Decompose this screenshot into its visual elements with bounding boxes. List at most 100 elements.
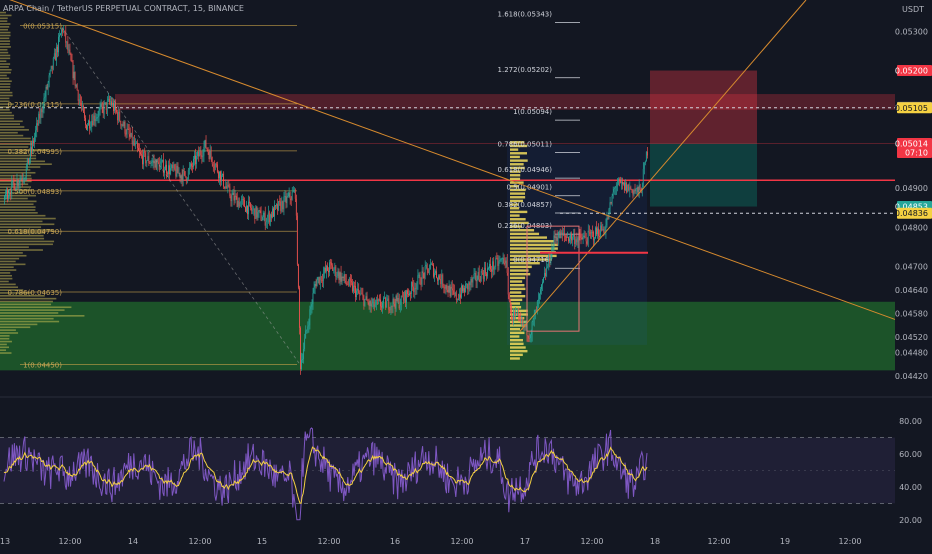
chart-canvas[interactable]: 0(0.05315) 0.236(0.05115) 0.382(0.04995) 0.… xyxy=(0,0,932,550)
candle-body xyxy=(472,277,474,283)
candle-body xyxy=(593,238,595,241)
candle-body xyxy=(108,98,110,103)
candle-body xyxy=(235,195,237,197)
candle-body xyxy=(617,179,619,185)
candle-body xyxy=(240,199,242,203)
candle-body xyxy=(125,133,127,135)
candle-body xyxy=(393,298,395,305)
volume-profile-bar xyxy=(0,252,23,254)
price-label-subtext: 07:10 xyxy=(905,148,928,157)
candle-body xyxy=(261,220,263,221)
volume-profile-bar xyxy=(0,94,13,97)
candle-body xyxy=(291,192,293,200)
candle-body xyxy=(476,280,478,282)
candle-body xyxy=(139,150,140,153)
candle-body xyxy=(131,133,133,145)
candle-body xyxy=(129,134,131,137)
candle-body xyxy=(520,318,521,322)
candle-body xyxy=(440,279,441,285)
candle-body xyxy=(216,164,218,172)
volume-profile-bar xyxy=(510,346,526,349)
candle-body xyxy=(149,163,151,164)
candle-body xyxy=(106,100,108,111)
volume-profile-bar xyxy=(510,265,532,269)
candle-body xyxy=(308,325,310,327)
rsi-tick-label: 60.00 xyxy=(899,450,922,459)
candle-body xyxy=(67,41,69,51)
volume-profile-bar xyxy=(0,206,36,208)
candle-body xyxy=(181,175,183,182)
candle-body xyxy=(320,276,322,281)
candle-body xyxy=(616,184,618,187)
volume-profile-bar xyxy=(510,280,523,283)
candle-body xyxy=(345,280,347,283)
candle-body xyxy=(85,117,86,125)
candle-body xyxy=(601,225,602,231)
volume-profile-bar xyxy=(0,323,38,326)
candle-body xyxy=(631,189,633,191)
candle-body xyxy=(576,239,578,243)
candle-body xyxy=(19,179,21,184)
candle-body xyxy=(256,206,258,218)
price-tick-label: 0.04420 xyxy=(895,372,928,381)
candle-body xyxy=(367,300,369,303)
volume-profile-bar xyxy=(510,357,520,360)
candle-body xyxy=(142,155,143,165)
candle-body xyxy=(237,200,239,208)
volume-profile-bar xyxy=(0,283,16,286)
candle-body xyxy=(572,236,573,241)
candle-body xyxy=(26,158,28,168)
candle-body xyxy=(176,165,178,177)
candle-body xyxy=(522,319,524,326)
volume-profile-bar xyxy=(0,91,13,94)
volume-profile-bar xyxy=(0,217,56,220)
candle-body xyxy=(121,124,123,126)
time-tick-label: 17 xyxy=(520,537,530,546)
volume-profile-bar xyxy=(0,77,10,80)
candle-body xyxy=(140,152,141,155)
candle-body xyxy=(475,273,477,282)
candle-body xyxy=(53,53,55,58)
candle-body xyxy=(437,277,438,281)
candle-body xyxy=(265,222,267,226)
candle-body xyxy=(58,36,59,53)
candle-body xyxy=(233,192,235,201)
candle-body xyxy=(511,319,513,321)
candle-body xyxy=(509,301,511,308)
candle-body xyxy=(424,266,426,279)
volume-profile-bar xyxy=(0,68,12,71)
candle-body xyxy=(450,286,452,297)
candle-body xyxy=(595,227,596,239)
candle-body xyxy=(315,284,317,287)
volume-profile-bar xyxy=(0,54,11,57)
candle-body xyxy=(202,155,204,158)
candle-body xyxy=(48,75,50,83)
candle-body xyxy=(107,98,109,101)
candle-body xyxy=(599,236,600,238)
candle-body xyxy=(101,104,103,107)
chart-container[interactable]: 0(0.05315) 0.236(0.05115) 0.382(0.04995) 0.… xyxy=(0,0,932,550)
candle-body xyxy=(607,217,609,219)
candle-body xyxy=(630,187,632,190)
candle-body xyxy=(75,84,77,86)
candle-body xyxy=(151,161,153,164)
candle-body xyxy=(646,151,648,156)
price-label-text: 0.05200 xyxy=(895,67,928,76)
candle-body xyxy=(372,298,374,304)
candle-body xyxy=(326,265,327,272)
candle-body xyxy=(410,293,411,295)
candle-body xyxy=(355,286,356,298)
candle-body xyxy=(634,190,636,192)
candle-body xyxy=(602,228,604,231)
volume-profile-bar xyxy=(0,240,55,243)
time-tick-label: 12:00 xyxy=(188,537,211,546)
candle-body xyxy=(43,98,45,110)
candle-body xyxy=(364,298,366,306)
candle-body xyxy=(47,82,49,89)
candle-body xyxy=(582,237,584,240)
candle-body xyxy=(516,313,517,315)
volume-profile-bar xyxy=(0,180,32,183)
candle-body xyxy=(258,210,260,213)
candle-body xyxy=(622,181,623,185)
candle-body xyxy=(448,285,450,293)
